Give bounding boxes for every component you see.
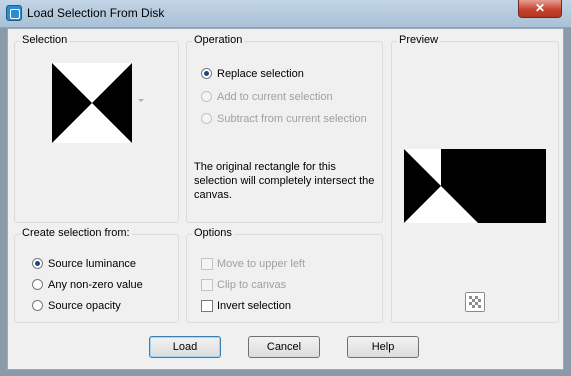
preview-image — [404, 149, 546, 223]
selection-group: Selection — [14, 34, 179, 223]
radio-label: Add to current selection — [217, 91, 333, 103]
checkerboard-icon[interactable] — [465, 292, 485, 312]
checkbox-label: Clip to canvas — [217, 279, 287, 291]
checkbox-indicator — [201, 300, 213, 312]
radio-indicator — [32, 300, 43, 311]
checkbox-indicator — [201, 279, 213, 291]
radio-indicator — [201, 113, 212, 124]
selection-thumbnail-image — [52, 63, 132, 143]
radio-label: Source luminance — [48, 258, 137, 270]
operation-group: Operation Replace selection Add to curre… — [186, 34, 383, 223]
preview-group: Preview — [391, 34, 559, 323]
dialog-body: Selection Operation Replace selection Ad… — [7, 28, 564, 370]
selection-group-label: Selection — [20, 34, 70, 46]
create-selection-group: Create selection from: Source luminance … — [14, 227, 179, 323]
help-button[interactable]: Help — [347, 336, 419, 358]
radio-label: Any non-zero value — [48, 279, 143, 291]
preview-group-label: Preview — [397, 34, 441, 46]
title-bar: Load Selection From Disk ✕ — [0, 0, 571, 28]
radio-indicator — [32, 258, 43, 269]
preview-image-graphic — [404, 149, 546, 223]
radio-indicator — [32, 279, 43, 290]
checkerboard-icon-graphic — [466, 293, 484, 311]
radio-label: Source opacity — [48, 300, 121, 312]
operation-group-label: Operation — [192, 34, 245, 46]
options-group-label: Options — [192, 227, 234, 239]
window-title: Load Selection From Disk — [27, 6, 165, 20]
close-button[interactable]: ✕ — [518, 0, 562, 18]
checkbox-label: Move to upper left — [217, 258, 306, 270]
options-group: Options Move to upper left Clip to canva… — [186, 227, 383, 323]
radio-label: Replace selection — [217, 68, 304, 80]
operation-note: The original rectangle for this selectio… — [194, 161, 375, 201]
selection-thumbnail[interactable] — [52, 63, 132, 143]
radio-label: Subtract from current selection — [217, 113, 367, 125]
create-selection-group-label: Create selection from: — [20, 227, 132, 239]
radio-indicator — [201, 91, 212, 102]
load-button[interactable]: Load — [149, 336, 221, 358]
checkbox-label: Invert selection — [217, 300, 291, 312]
cancel-button[interactable]: Cancel — [248, 336, 320, 358]
app-icon — [6, 5, 22, 21]
radio-indicator — [201, 68, 212, 79]
dropdown-arrow-icon[interactable] — [138, 99, 144, 102]
checkbox-indicator — [201, 258, 213, 270]
